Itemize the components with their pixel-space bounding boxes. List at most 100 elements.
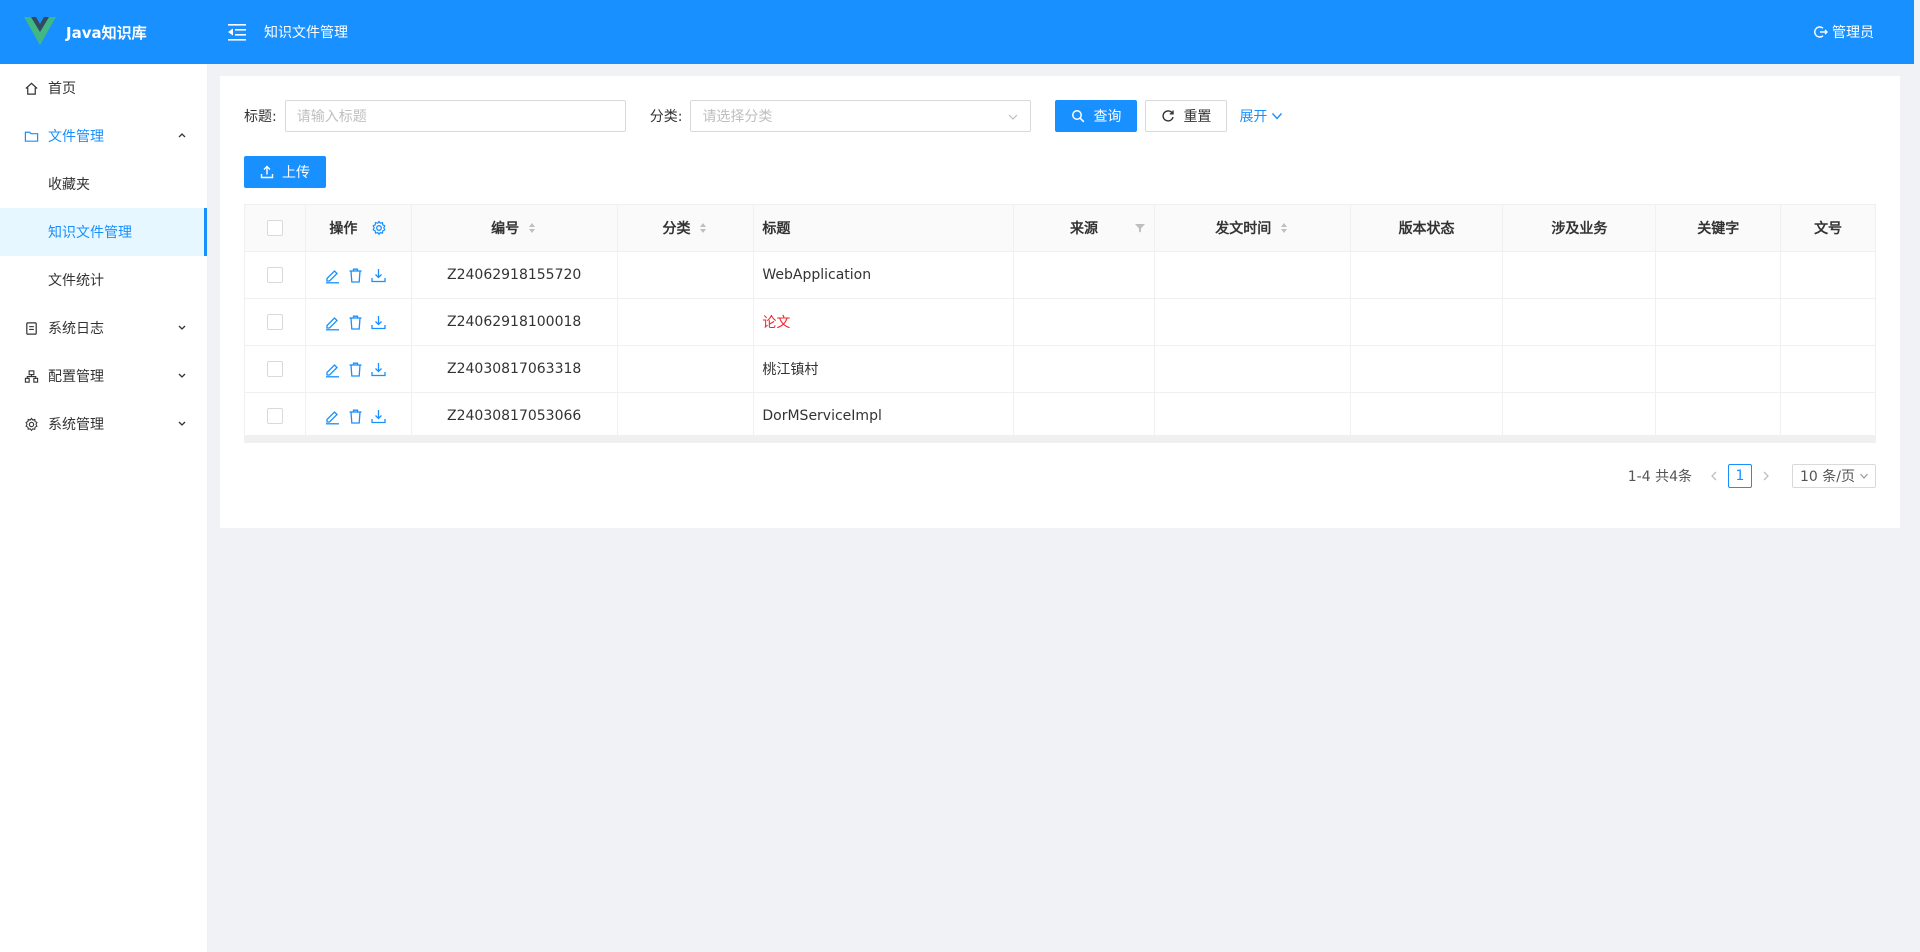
row-ops [306, 252, 412, 298]
folder-icon [24, 128, 40, 144]
table-row: Z24030817053066 DorMServiceImpl [245, 393, 1875, 440]
vue-logo-icon [24, 17, 56, 45]
row-checkbox[interactable] [266, 267, 283, 283]
filter-icon[interactable] [1134, 222, 1146, 234]
row-business [1503, 393, 1657, 439]
row-category [618, 393, 755, 439]
title-placeholder: 请输入标题 [296, 109, 367, 125]
row-time [1155, 346, 1351, 392]
row-no: Z24062918100018 [412, 299, 618, 345]
upload-icon [260, 165, 274, 179]
header-category[interactable]: 分类 [618, 205, 755, 251]
cluster-icon [24, 368, 40, 384]
header-category-label: 分类 [662, 221, 691, 237]
chevron-left-icon[interactable] [1708, 470, 1720, 482]
row-checkbox[interactable] [266, 361, 283, 377]
upload-button[interactable]: 上传 [244, 156, 326, 188]
delete-icon[interactable] [347, 408, 364, 425]
log-icon [24, 320, 40, 336]
header-keyword-label: 关键字 [1697, 221, 1740, 237]
row-source [1014, 393, 1155, 439]
row-title[interactable]: 桃江镇村 [754, 346, 1015, 392]
delete-icon[interactable] [347, 267, 364, 284]
row-time [1155, 299, 1351, 345]
row-business [1503, 346, 1657, 392]
reset-button[interactable]: 重置 [1145, 100, 1228, 132]
sidebar-item-system[interactable]: 系统管理 [0, 400, 207, 448]
header-source-label: 来源 [1069, 221, 1098, 237]
upload-button-label: 上传 [282, 165, 310, 181]
row-title[interactable]: 论文 [754, 299, 1015, 345]
title-label: 标题: [244, 109, 277, 125]
delete-icon[interactable] [347, 361, 364, 378]
edit-icon[interactable] [324, 408, 341, 425]
header-no[interactable]: 编号 [412, 205, 618, 251]
edit-icon[interactable] [324, 314, 341, 331]
header-version: 版本状态 [1351, 205, 1504, 251]
row-version [1351, 346, 1504, 392]
logo[interactable]: Java知识库 [0, 17, 208, 47]
row-version [1351, 252, 1504, 298]
header-no-label: 编号 [491, 221, 520, 237]
user-menu[interactable]: 管理员 [1814, 22, 1874, 42]
menu-fold-icon[interactable] [226, 21, 248, 43]
table-row: Z24062918155720 WebApplication [245, 252, 1875, 299]
row-doc-no [1781, 346, 1875, 392]
row-checkbox-cell [245, 346, 306, 392]
row-version [1351, 393, 1504, 439]
download-icon[interactable] [370, 267, 387, 284]
row-doc-no [1781, 252, 1875, 298]
header-time[interactable]: 发文时间 [1155, 205, 1351, 251]
sidebar-item-file-stats[interactable]: 文件统计 [0, 256, 207, 304]
header-op-label: 操作 [329, 221, 358, 237]
chevron-down-icon [1272, 113, 1283, 120]
sidebar-item-knowledge-files[interactable]: 知识文件管理 [0, 208, 207, 256]
edit-icon[interactable] [324, 361, 341, 378]
top-header: Java知识库 知识文件管理 管理员 [0, 0, 1914, 64]
download-icon[interactable] [370, 361, 387, 378]
reload-icon [1162, 110, 1175, 122]
row-checkbox-cell [245, 299, 306, 345]
query-button-label: 查询 [1093, 109, 1122, 125]
horizontal-scrollbar[interactable] [244, 435, 1876, 443]
chevron-right-icon[interactable] [1760, 470, 1772, 482]
column-settings-icon[interactable] [371, 220, 387, 236]
row-checkbox[interactable] [266, 408, 283, 424]
sort-icon [700, 223, 707, 233]
delete-icon[interactable] [347, 314, 364, 331]
row-category [618, 346, 755, 392]
sidebar-item-file-management[interactable]: 文件管理 [0, 112, 207, 160]
pagination: 1-4 共4条 1 10 条/页 [1628, 464, 1876, 488]
download-icon[interactable] [370, 314, 387, 331]
row-time [1155, 393, 1351, 439]
home-icon [24, 80, 40, 96]
chevron-down-icon [178, 421, 186, 426]
chevron-down-icon [1860, 473, 1868, 479]
download-icon[interactable] [370, 408, 387, 425]
query-button[interactable]: 查询 [1055, 100, 1138, 132]
table-row: Z24062918100018 论文 [245, 299, 1875, 346]
page-size-select[interactable]: 10 条/页 [1792, 464, 1876, 488]
sidebar-item-label: 系统管理 [48, 417, 104, 433]
header-doc-no-label: 文号 [1814, 221, 1843, 237]
row-checkbox[interactable] [266, 314, 283, 330]
chevron-down-icon [1009, 114, 1018, 120]
row-title[interactable]: WebApplication [754, 252, 1015, 298]
title-input[interactable]: 请输入标题 [284, 100, 626, 132]
select-all-checkbox[interactable] [266, 220, 283, 236]
row-category [618, 252, 755, 298]
sidebar-item-favorites[interactable]: 收藏夹 [0, 160, 207, 208]
sort-icon [529, 223, 536, 233]
row-title[interactable]: DorMServiceImpl [754, 393, 1015, 439]
row-keyword [1656, 393, 1782, 439]
sidebar-item-home[interactable]: 首页 [0, 64, 207, 112]
edit-icon[interactable] [324, 267, 341, 284]
category-select[interactable]: 请选择分类 [690, 100, 1032, 132]
sidebar-item-system-log[interactable]: 系统日志 [0, 304, 207, 352]
row-no: Z24030817063318 [412, 346, 618, 392]
pagination-summary: 1-4 共4条 [1627, 469, 1692, 485]
sidebar-item-config[interactable]: 配置管理 [0, 352, 207, 400]
page-1-button[interactable]: 1 [1728, 464, 1752, 488]
sidebar-item-label: 文件统计 [48, 273, 104, 289]
expand-link[interactable]: 展开 [1239, 106, 1283, 126]
